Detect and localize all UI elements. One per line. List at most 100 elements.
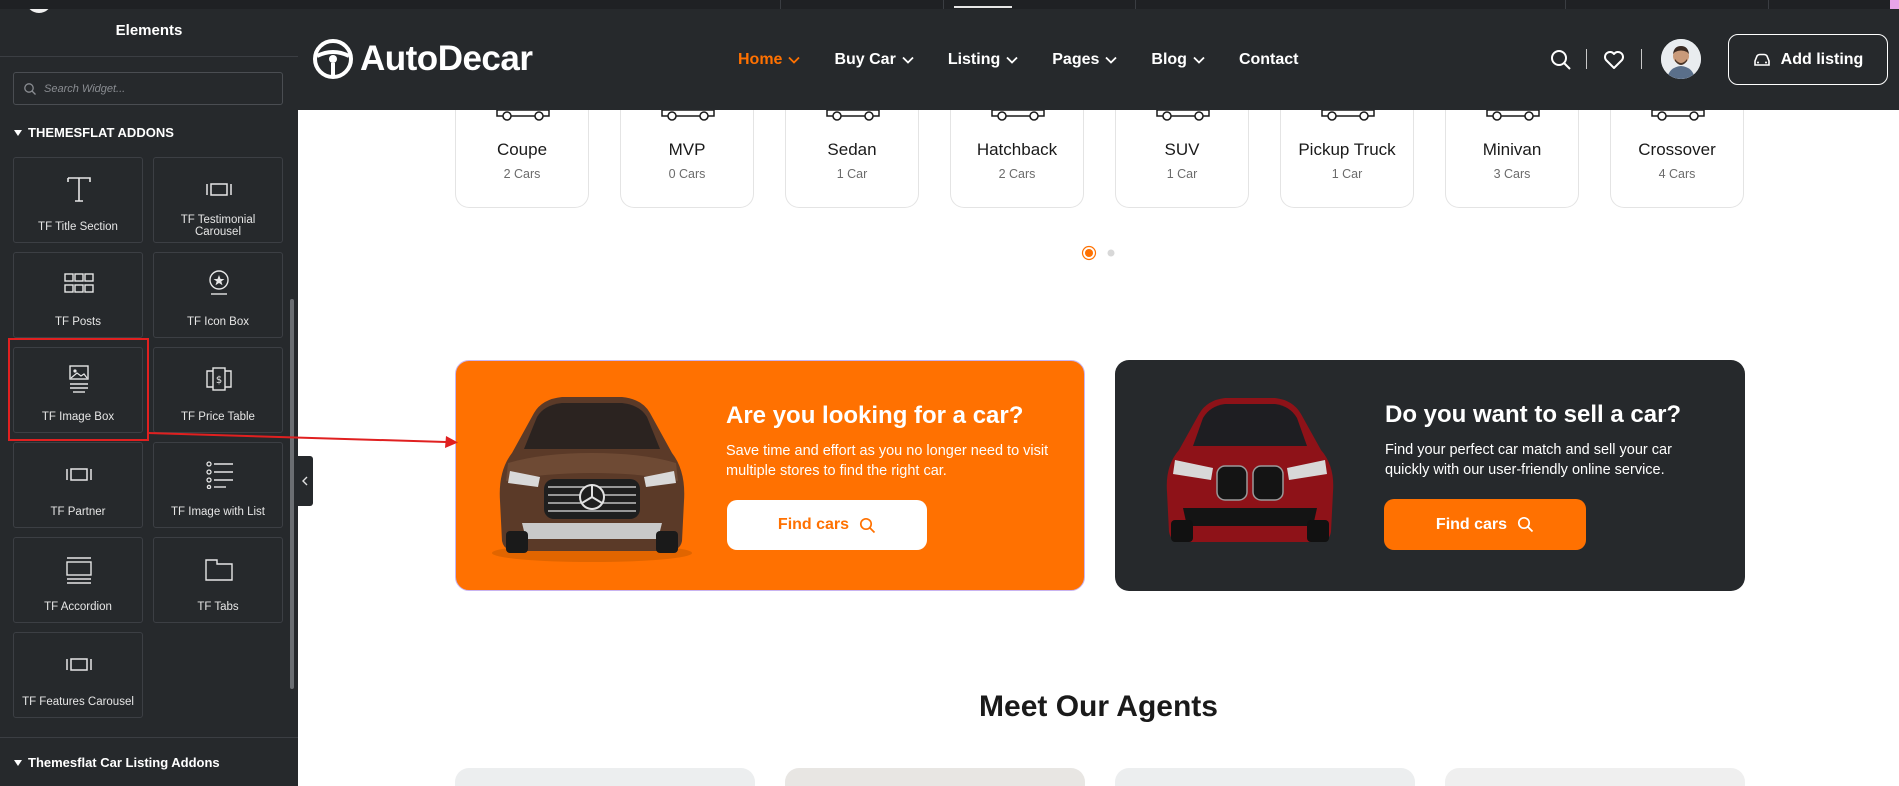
- annotation-highlight-box: [8, 338, 149, 441]
- panel-collapse-handle[interactable]: [298, 456, 313, 506]
- widget-search-input[interactable]: [44, 79, 274, 99]
- widget-tf-partner[interactable]: TF Partner: [13, 442, 143, 528]
- editor-viewport: Elements THEMESFLAT ADDONS TF Title Sect…: [0, 0, 1899, 786]
- avatar[interactable]: [1661, 39, 1701, 79]
- find-cars-button[interactable]: Find cars: [1384, 499, 1586, 550]
- find-cars-button[interactable]: Find cars: [727, 500, 927, 550]
- category-count: 3 Cars: [1493, 167, 1531, 181]
- nav-item-pages[interactable]: Pages: [1052, 51, 1118, 69]
- search-icon[interactable]: [1549, 48, 1573, 72]
- nav-item-buy-car[interactable]: Buy Car: [834, 50, 914, 69]
- chevron-left-icon: [302, 476, 308, 486]
- chevron-down-icon: [1105, 56, 1118, 64]
- category-themesflat-car-listing-addons[interactable]: Themesflat Car Listing Addons: [14, 755, 220, 770]
- nav-item-contact[interactable]: Contact: [1239, 51, 1299, 69]
- chevron-down-icon: [1006, 56, 1018, 64]
- nav-label: Buy Car: [834, 50, 896, 68]
- category-name: Hatchback: [976, 140, 1058, 159]
- category-name: Minivan: [1482, 140, 1542, 159]
- widget-tf-testimonial-carousel[interactable]: TF Testimonial Carousel: [153, 157, 283, 243]
- widget-tf-posts[interactable]: TF Posts: [13, 252, 143, 338]
- nav-label: Home: [738, 50, 783, 68]
- promo-card-sell[interactable]: Do you want to sell a car? Find your per…: [1115, 360, 1745, 591]
- panel-divider: [0, 737, 298, 738]
- category-count: 0 Cars: [668, 167, 706, 181]
- top-bar-divider: [1565, 0, 1566, 9]
- widget-tf-icon-box[interactable]: TF Icon Box: [153, 252, 283, 338]
- heart-icon[interactable]: [1602, 48, 1626, 72]
- widget-label: TF Accordion: [44, 601, 112, 613]
- widget-label: TF Icon Box: [187, 316, 249, 328]
- category-count: 1 Car: [836, 167, 868, 181]
- pagination-dot-fill: [1085, 249, 1093, 257]
- caret-down-icon: [14, 129, 22, 136]
- chevron-down-icon: [902, 56, 914, 64]
- category-label: THEMESFLAT ADDONS: [28, 125, 174, 140]
- widget-tf-accordion[interactable]: TF Accordion: [13, 537, 143, 623]
- chevron-down-icon: [1193, 56, 1205, 64]
- nav-item-home[interactable]: Home: [738, 50, 801, 69]
- widget-label: TF Posts: [54, 316, 101, 328]
- widget-label: TF Image with List: [171, 506, 265, 518]
- widget-label: TF Testimonial Carousel: [180, 214, 256, 238]
- brown-suv-image: [492, 397, 692, 562]
- category-themesflat-addons[interactable]: THEMESFLAT ADDONS: [14, 125, 174, 140]
- widget-tf-features-carousel[interactable]: TF Features Carousel: [13, 632, 143, 718]
- panel-scrollbar[interactable]: [290, 299, 294, 689]
- search-icon: [1518, 516, 1534, 533]
- tabs-icon: [205, 559, 233, 581]
- top-bar-active-indicator: [954, 6, 1012, 8]
- red-suv-image: [1166, 398, 1334, 542]
- grid-icon: [64, 273, 94, 293]
- add-listing-button[interactable]: Add listing: [1728, 34, 1888, 85]
- header-divider: [1586, 49, 1587, 69]
- category-count: 1 Car: [1166, 167, 1198, 181]
- carousel-icon: [206, 183, 232, 196]
- accordion-icon: [66, 557, 92, 584]
- widget-tf-price-table[interactable]: $ TF Price Table: [153, 347, 283, 433]
- top-bar-divider: [780, 0, 781, 9]
- nav-item-blog[interactable]: Blog: [1151, 51, 1205, 69]
- carousel-pagination[interactable]: [1081, 245, 1121, 261]
- search-icon: [24, 83, 36, 95]
- widget-label: TF Title Section: [38, 221, 118, 233]
- top-bar-divider: [1135, 0, 1136, 9]
- add-listing-label: Add listing: [1780, 50, 1864, 68]
- widget-tf-image-with-list[interactable]: TF Image with List: [153, 442, 283, 528]
- annotation-arrow-icon: [148, 432, 458, 448]
- widget-tf-tabs[interactable]: TF Tabs: [153, 537, 283, 623]
- agent-card[interactable]: [1115, 768, 1415, 786]
- category-count: 2 Cars: [998, 167, 1036, 181]
- icon-box-icon: [209, 270, 229, 295]
- category-name: Pickup Truck: [1298, 140, 1396, 159]
- top-bar-divider: [1768, 0, 1769, 9]
- steering-wheel-icon: [313, 39, 353, 79]
- list-icon: [206, 461, 233, 489]
- widget-search[interactable]: [13, 72, 283, 105]
- editor-top-bar: [0, 0, 1899, 9]
- category-name: Sedan: [827, 140, 877, 159]
- category-name: SUV: [1164, 140, 1200, 159]
- promo-buy-title: Are you looking for a car?: [726, 402, 1024, 429]
- agent-card[interactable]: [455, 768, 755, 786]
- agent-card[interactable]: [785, 768, 1085, 786]
- widget-label: TF Price Table: [181, 411, 255, 423]
- section-title-agents: Meet Our Agents: [979, 690, 1218, 723]
- title-icon: [67, 177, 91, 202]
- category-count: 2 Cars: [503, 167, 541, 181]
- find-cars-label: Find cars: [777, 516, 850, 533]
- nav-item-listing[interactable]: Listing: [948, 51, 1018, 69]
- svg-text:$: $: [216, 375, 222, 386]
- widget-label: TF Partner: [50, 506, 106, 518]
- top-bar-corner-marker: [1890, 0, 1899, 9]
- category-count: 4 Cars: [1658, 167, 1696, 181]
- chevron-down-icon: [788, 56, 801, 64]
- promo-sell-text: Find your perfect car match and sell you…: [1385, 442, 1672, 478]
- promo-card-buy[interactable]: Are you looking for a car? Save time and…: [455, 360, 1085, 591]
- site-logo[interactable]: AutoDecar: [312, 37, 533, 81]
- category-label: Themesflat Car Listing Addons: [28, 755, 220, 770]
- agent-card[interactable]: [1445, 768, 1745, 786]
- pagination-dot[interactable]: [1107, 249, 1115, 257]
- widget-tf-title-section[interactable]: TF Title Section: [13, 157, 143, 243]
- category-count: 1 Car: [1331, 167, 1363, 181]
